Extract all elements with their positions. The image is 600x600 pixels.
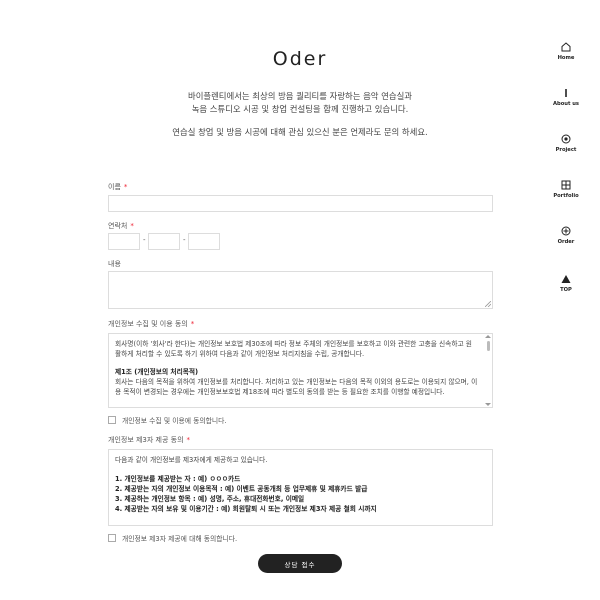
nav-item-top[interactable]: TOP (546, 274, 586, 293)
intro-line-2: 녹음 스튜디오 시공 및 창업 컨설팅을 함께 진행하고 있습니다. (191, 104, 409, 114)
privacy-section-title: 제1조 (개인정보의 처리목적) (115, 368, 199, 376)
name-input[interactable] (108, 195, 493, 212)
third-party-item-3: 3. 제공하는 개인정보 항목 : 예) 성명, 주소, 휴대전화번호, 이메일 (115, 495, 305, 503)
content-label: 내용 (108, 260, 121, 268)
nav-item-about[interactable]: About us (546, 88, 586, 107)
required-mark: * (123, 183, 128, 191)
intro-line-3: 연습실 창업 및 방음 시공에 대해 관심 있으신 분은 언제라도 문의 하세요… (172, 127, 428, 137)
privacy-terms-box[interactable]: 회사명(이하 '회사'라 한다)는 개인정보 보호법 제30조에 따라 정보 주… (108, 333, 493, 408)
nav-item-home[interactable]: Home (546, 42, 586, 61)
page-title: Oder (272, 48, 328, 70)
resize-handle-icon[interactable] (485, 301, 491, 307)
third-party-item-2: 2. 제공받는 자의 개인정보 이용목적 : 예) 이벤트 공동개최 등 업무제… (115, 485, 368, 493)
target-icon (561, 134, 571, 144)
scrollbar-thumb[interactable] (487, 341, 490, 351)
nav-item-order[interactable]: Order (546, 226, 586, 245)
phone-separator: - (143, 236, 146, 244)
nav-item-portfolio[interactable]: Portfolio (546, 180, 586, 199)
privacy-label: 개인정보 수집 및 이용 동의 * (108, 320, 195, 328)
third-party-label: 개인정보 제3자 제공 동의 * (108, 436, 191, 444)
third-party-item-1: 1. 개인정보를 제공받는 자 : 예) ㅇㅇㅇ카드 (115, 475, 241, 483)
scroll-up-icon[interactable] (485, 335, 491, 338)
content-textarea[interactable] (108, 271, 493, 309)
plus-circle-icon (561, 226, 571, 236)
grid-icon (561, 180, 571, 190)
privacy-agree-checkbox[interactable]: 개인정보 수집 및 이용에 동의합니다. (108, 415, 227, 425)
privacy-section-body: 회사는 다음의 목적을 위하여 개인정보를 처리합니다. 처리하고 있는 개인정… (115, 378, 478, 396)
phone-input-2[interactable] (148, 233, 180, 250)
intro-line-1: 바이플렌티에서는 최상의 방음 퀄리티를 자랑하는 음악 연습실과 (187, 91, 412, 101)
third-party-intro: 다음과 같이 개인정보를 제3자에게 제공하고 있습니다. (115, 456, 268, 464)
nav-item-project[interactable]: Project (546, 134, 586, 153)
third-party-agree-checkbox[interactable]: 개인정보 제3자 제공에 대해 동의합니다. (108, 533, 237, 543)
home-icon (561, 42, 571, 52)
required-mark: * (190, 320, 195, 328)
info-icon (565, 89, 567, 97)
scroll-down-icon[interactable] (485, 403, 491, 406)
submit-button[interactable]: 상담 접수 (258, 554, 342, 573)
phone-input-3[interactable] (188, 233, 220, 250)
checkbox-icon[interactable] (108, 534, 116, 542)
required-mark: * (130, 222, 134, 230)
phone-input-1[interactable] (108, 233, 140, 250)
privacy-intro: 회사명(이하 '회사'라 한다)는 개인정보 보호법 제30조에 따라 정보 주… (115, 340, 472, 358)
order-page: Oder 바이플렌티에서는 최상의 방음 퀄리티를 자랑하는 음악 연습실과 녹… (0, 0, 600, 600)
name-label: 이름 * (108, 183, 128, 191)
checkbox-icon[interactable] (108, 416, 116, 424)
third-party-item-4: 4. 제공받는 자의 보유 및 이용기간 : 예) 회원탈퇴 시 또는 개인정보… (115, 505, 377, 513)
arrow-up-icon (561, 275, 571, 283)
phone-separator: - (183, 236, 186, 244)
required-mark: * (186, 436, 191, 444)
phone-label: 연락처 * (108, 222, 134, 230)
third-party-terms-box[interactable]: 다음과 같이 개인정보를 제3자에게 제공하고 있습니다. 1. 개인정보를 제… (108, 449, 493, 526)
